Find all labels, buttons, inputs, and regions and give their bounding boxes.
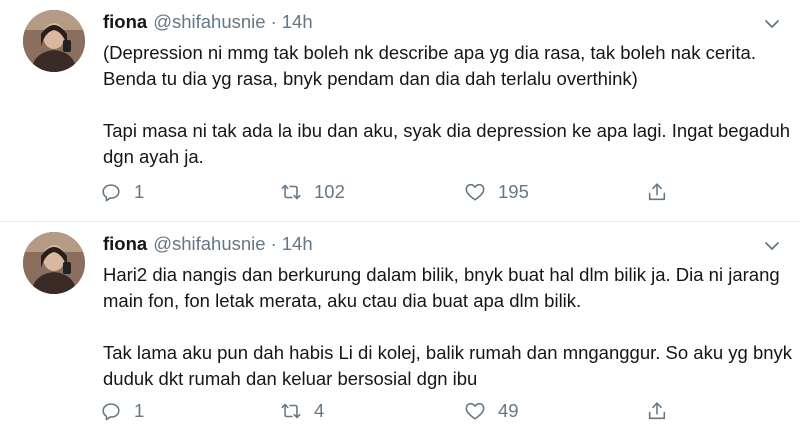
retweet-button[interactable]: 4 [280,398,324,424]
reply-button[interactable]: 1 [100,398,144,424]
retweet-icon [280,400,302,422]
share-icon [646,400,668,422]
avatar-image [23,10,85,72]
tweet-text: Hari2 dia nangis dan berkurung dalam bil… [103,262,793,392]
reply-count: 1 [134,181,145,202]
tweet-header: fiona @shifahusnie · 14h [103,10,313,34]
user-handle[interactable]: @shifahusnie [153,11,265,32]
chevron-down-icon[interactable] [762,14,782,34]
like-button[interactable]: 195 [464,179,529,205]
display-name[interactable]: fiona [103,233,147,254]
retweet-button[interactable]: 102 [280,179,345,205]
separator: · [270,11,277,32]
share-icon [646,181,668,203]
share-button[interactable] [646,179,668,205]
tweet-paragraph: Hari2 dia nangis dan berkurung dalam bil… [103,264,780,311]
separator: · [270,233,277,254]
tweet-paragraph: Tak lama aku pun dah habis Li di kolej, … [103,342,793,389]
reply-icon [100,400,122,422]
user-handle[interactable]: @shifahusnie [153,233,265,254]
reply-button[interactable]: 1 [100,179,144,205]
reply-icon [100,181,122,203]
retweet-count: 102 [314,181,345,202]
retweet-icon [280,181,302,203]
chevron-down-icon[interactable] [762,236,782,256]
timestamp[interactable]: 14h [282,233,313,254]
like-icon [464,181,486,203]
retweet-count: 4 [314,400,325,421]
tweet: fiona @shifahusnie · 14h (Depression ni mmg… [0,0,800,222]
avatar-image [23,232,85,294]
like-count: 195 [498,181,529,202]
like-count: 49 [498,400,519,421]
timestamp[interactable]: 14h [282,11,313,32]
display-name[interactable]: fiona [103,11,147,32]
tweet: fiona @shifahusnie · 14h Hari2 dia nangis d… [0,222,800,441]
tweet-actions: 1 4 49 [100,398,680,424]
avatar[interactable] [23,10,85,72]
tweet-header: fiona @shifahusnie · 14h [103,232,313,256]
like-icon [464,400,486,422]
share-button[interactable] [646,398,668,424]
tweet-paragraph: Tapi masa ni tak ada la ibu dan aku, sya… [103,120,791,167]
tweet-text: (Depression ni mmg tak boleh nk describe… [103,40,793,170]
like-button[interactable]: 49 [464,398,519,424]
reply-count: 1 [134,400,145,421]
avatar[interactable] [23,232,85,294]
tweet-actions: 1 102 195 [100,179,680,205]
tweet-paragraph: (Depression ni mmg tak boleh nk describe… [103,42,756,89]
